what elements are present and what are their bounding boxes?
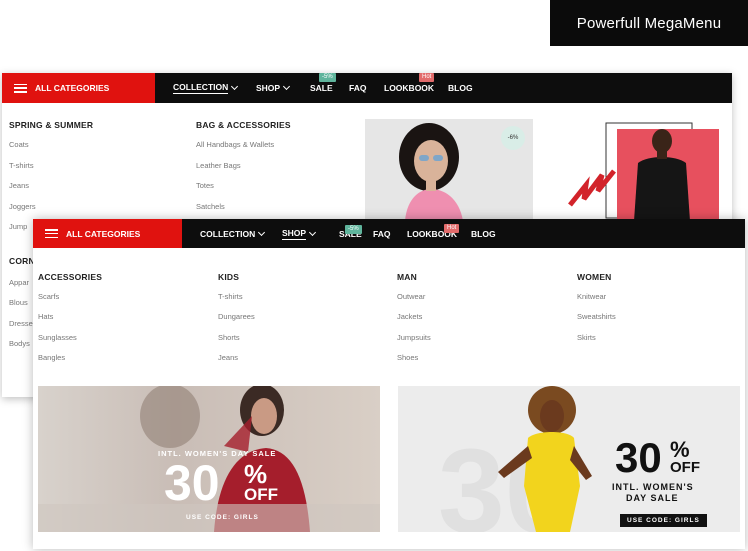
promo-percent: 30 <box>615 434 662 481</box>
column-title: KIDS <box>218 272 240 282</box>
nav-blog[interactable]: BLOG <box>448 73 473 103</box>
all-categories-label: ALL CATEGORIES <box>35 83 110 93</box>
product-image[interactable]: -6% <box>365 119 533 221</box>
hot-tag: Hot <box>419 73 435 82</box>
all-categories-button[interactable]: ALL CATEGORIES <box>33 219 182 248</box>
column-title: MAN <box>397 272 417 282</box>
nav-shop[interactable]: SHOP <box>256 73 291 103</box>
nav-collection[interactable]: COLLECTION <box>173 73 239 103</box>
menu-link[interactable]: Shorts <box>218 333 240 342</box>
column-title: CORN <box>9 256 35 266</box>
menu-link[interactable]: Bangles <box>38 353 65 362</box>
megamenu-badge: Powerfull MegaMenu <box>550 0 748 46</box>
nav-shop[interactable]: SHOP <box>282 219 317 248</box>
promo-subtitle: INTL. WOMEN'S <box>612 482 694 492</box>
promo-code: USE CODE: GIRLS <box>620 514 707 527</box>
nav-faq[interactable]: FAQ <box>373 219 390 248</box>
promo-banner-right[interactable]: 30 30 % OFF INTL. WOMEN'S DAY SALE USE C… <box>398 386 740 532</box>
shop-megamenu-panel: ALL CATEGORIES COLLECTION SHOP SALE -5% … <box>33 219 745 549</box>
menu-link[interactable]: Shoes <box>397 353 418 362</box>
menu-link[interactable]: Outwear <box>397 292 425 301</box>
promo-off: OFF <box>244 485 278 504</box>
main-navbar: ALL CATEGORIES COLLECTION SHOP SALE -5% … <box>2 73 732 103</box>
promo-percent: 30 <box>164 455 220 511</box>
hamburger-icon <box>14 83 27 93</box>
nav-faq[interactable]: FAQ <box>349 73 366 103</box>
nav-blog[interactable]: BLOG <box>471 219 496 248</box>
column-title: SPRING & SUMMER <box>9 120 94 130</box>
nav-collection[interactable]: COLLECTION <box>200 219 266 248</box>
column-title: BAG & ACCESSORIES <box>196 120 291 130</box>
product-image[interactable] <box>562 119 732 221</box>
menu-link[interactable]: Bodys <box>9 339 30 348</box>
menu-link[interactable]: Skirts <box>577 333 596 342</box>
menu-link[interactable]: Sunglasses <box>38 333 77 342</box>
model-photo <box>568 122 719 221</box>
column-title: WOMEN <box>577 272 612 282</box>
hamburger-icon <box>45 229 58 238</box>
menu-link[interactable]: Satchels <box>196 202 225 211</box>
menu-link[interactable]: Joggers <box>9 202 36 211</box>
menu-link[interactable]: Jeans <box>9 181 29 190</box>
discount-badge: -6% <box>501 126 525 150</box>
chevron-down-icon <box>258 228 266 236</box>
menu-link[interactable]: Dungarees <box>218 312 255 321</box>
chevron-down-icon <box>231 82 239 91</box>
menu-link[interactable]: Jeans <box>218 353 238 362</box>
promo-banner-left[interactable]: INTL. WOMEN'S DAY SALE 30 % OFF USE CODE… <box>38 386 380 532</box>
menu-link[interactable]: T-shirts <box>218 292 243 301</box>
menu-link[interactable]: Knitwear <box>577 292 606 301</box>
menu-link[interactable]: Appar <box>9 278 29 287</box>
menu-link[interactable]: Leather Bags <box>196 161 241 170</box>
promo-off: OFF <box>670 459 700 476</box>
sale-tag: -5% <box>319 73 336 82</box>
menu-link[interactable]: All Handbags & Wallets <box>196 140 274 149</box>
menu-link[interactable]: Totes <box>196 181 214 190</box>
menu-link[interactable]: Jumpsuits <box>397 333 431 342</box>
menu-link[interactable]: Scarfs <box>38 292 59 301</box>
menu-link[interactable]: Jackets <box>397 312 422 321</box>
menu-link[interactable]: T-shirts <box>9 161 34 170</box>
promo-subtitle-2: DAY SALE <box>626 493 679 503</box>
column-title: ACCESSORIES <box>38 272 103 282</box>
all-categories-label: ALL CATEGORIES <box>66 228 141 239</box>
promo-percent-sign: % <box>244 459 268 489</box>
menu-link[interactable]: Jump <box>9 222 27 231</box>
menu-link[interactable]: Blous <box>9 298 28 307</box>
chevron-down-icon <box>309 228 317 236</box>
hot-tag: Hot <box>444 224 460 233</box>
menu-link[interactable]: Sweatshirts <box>577 312 616 321</box>
menu-link[interactable]: Dresse <box>9 319 33 328</box>
main-navbar: ALL CATEGORIES COLLECTION SHOP SALE -5% … <box>33 219 745 248</box>
menu-link[interactable]: Coats <box>9 140 29 149</box>
sale-tag: -5% <box>345 225 362 234</box>
all-categories-button[interactable]: ALL CATEGORIES <box>2 73 155 103</box>
chevron-down-icon <box>283 82 291 91</box>
menu-link[interactable]: Hats <box>38 312 53 321</box>
promo-code: USE CODE: GIRLS <box>186 514 259 521</box>
